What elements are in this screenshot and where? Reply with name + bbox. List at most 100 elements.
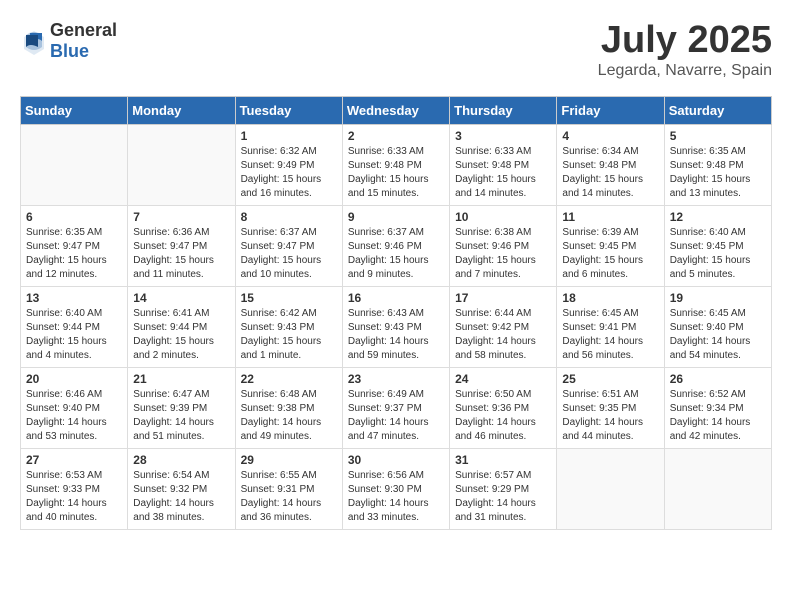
week-row-4: 20Sunrise: 6:46 AM Sunset: 9:40 PM Dayli…	[21, 367, 772, 448]
calendar-cell: 14Sunrise: 6:41 AM Sunset: 9:44 PM Dayli…	[128, 286, 235, 367]
day-info: Sunrise: 6:50 AM Sunset: 9:36 PM Dayligh…	[455, 388, 551, 444]
month-year-title: July 2025	[598, 20, 772, 62]
location-subtitle: Legarda, Navarre, Spain	[598, 62, 772, 80]
weekday-header-sunday: Sunday	[21, 96, 128, 124]
calendar-cell	[21, 124, 128, 205]
day-number: 7	[133, 210, 229, 224]
calendar-table: SundayMondayTuesdayWednesdayThursdayFrid…	[20, 96, 772, 530]
calendar-cell: 16Sunrise: 6:43 AM Sunset: 9:43 PM Dayli…	[342, 286, 449, 367]
weekday-header-saturday: Saturday	[664, 96, 771, 124]
weekday-header-thursday: Thursday	[450, 96, 557, 124]
calendar-cell	[557, 448, 664, 529]
day-info: Sunrise: 6:40 AM Sunset: 9:44 PM Dayligh…	[26, 307, 122, 363]
day-number: 22	[241, 372, 337, 386]
calendar-cell: 29 Sunrise: 6:55 AM Sunset: 9:31 PM Dayli…	[235, 448, 342, 529]
logo: General Blue	[20, 20, 117, 62]
day-number: 10	[455, 210, 551, 224]
day-number: 21	[133, 372, 229, 386]
calendar-cell: 30 Sunrise: 6:56 AM Sunset: 9:30 PM Dayli…	[342, 448, 449, 529]
calendar-cell	[128, 124, 235, 205]
day-info: Sunrise: 6:33 AM Sunset: 9:48 PM Dayligh…	[455, 145, 551, 201]
day-number: 15	[241, 291, 337, 305]
day-number: 12	[670, 210, 766, 224]
day-info: Sunrise: 6:39 AM Sunset: 9:45 PM Dayligh…	[562, 226, 658, 282]
calendar-cell: 21Sunrise: 6:47 AM Sunset: 9:39 PM Dayli…	[128, 367, 235, 448]
week-row-2: 6 Sunrise: 6:35 AM Sunset: 9:47 PM Daylig…	[21, 205, 772, 286]
day-info: Sunrise: 6:54 AM Sunset: 9:32 PM Dayligh…	[133, 469, 229, 525]
day-number: 30	[348, 453, 444, 467]
day-number: 4	[562, 129, 658, 143]
day-number: 27	[26, 453, 122, 467]
calendar-cell: 18 Sunrise: 6:45 AM Sunset: 9:41 PM Dayli…	[557, 286, 664, 367]
week-row-1: 1Sunrise: 6:32 AM Sunset: 9:49 PM Daylig…	[21, 124, 772, 205]
calendar-cell: 25 Sunrise: 6:51 AM Sunset: 9:35 PM Dayli…	[557, 367, 664, 448]
weekday-header-tuesday: Tuesday	[235, 96, 342, 124]
day-info: Sunrise: 6:35 AM Sunset: 9:47 PM Dayligh…	[26, 226, 122, 282]
day-number: 29	[241, 453, 337, 467]
day-number: 1	[241, 129, 337, 143]
calendar-cell: 24Sunrise: 6:50 AM Sunset: 9:36 PM Dayli…	[450, 367, 557, 448]
day-number: 5	[670, 129, 766, 143]
day-info: Sunrise: 6:46 AM Sunset: 9:40 PM Dayligh…	[26, 388, 122, 444]
day-info: Sunrise: 6:37 AM Sunset: 9:46 PM Dayligh…	[348, 226, 444, 282]
day-info: Sunrise: 6:55 AM Sunset: 9:31 PM Dayligh…	[241, 469, 337, 525]
day-info: Sunrise: 6:48 AM Sunset: 9:38 PM Dayligh…	[241, 388, 337, 444]
day-info: Sunrise: 6:34 AM Sunset: 9:48 PM Dayligh…	[562, 145, 658, 201]
day-number: 28	[133, 453, 229, 467]
calendar-cell: 26 Sunrise: 6:52 AM Sunset: 9:34 PM Dayli…	[664, 367, 771, 448]
day-number: 13	[26, 291, 122, 305]
calendar-cell: 7 Sunrise: 6:36 AM Sunset: 9:47 PM Daylig…	[128, 205, 235, 286]
weekday-header-wednesday: Wednesday	[342, 96, 449, 124]
calendar-cell: 3 Sunrise: 6:33 AM Sunset: 9:48 PM Daylig…	[450, 124, 557, 205]
calendar-cell: 9 Sunrise: 6:37 AM Sunset: 9:46 PM Daylig…	[342, 205, 449, 286]
day-info: Sunrise: 6:41 AM Sunset: 9:44 PM Dayligh…	[133, 307, 229, 363]
calendar-cell: 28 Sunrise: 6:54 AM Sunset: 9:32 PM Dayli…	[128, 448, 235, 529]
day-number: 17	[455, 291, 551, 305]
calendar-cell: 4 Sunrise: 6:34 AM Sunset: 9:48 PM Daylig…	[557, 124, 664, 205]
day-info: Sunrise: 6:45 AM Sunset: 9:40 PM Dayligh…	[670, 307, 766, 363]
calendar-cell: 31 Sunrise: 6:57 AM Sunset: 9:29 PM Dayli…	[450, 448, 557, 529]
calendar-cell: 17 Sunrise: 6:44 AM Sunset: 9:42 PM Dayli…	[450, 286, 557, 367]
page-header: General Blue July 2025 Legarda, Navarre,…	[20, 20, 772, 80]
day-number: 25	[562, 372, 658, 386]
day-info: Sunrise: 6:45 AM Sunset: 9:41 PM Dayligh…	[562, 307, 658, 363]
logo-general-text: General	[50, 20, 117, 40]
calendar-cell: 13 Sunrise: 6:40 AM Sunset: 9:44 PM Dayli…	[21, 286, 128, 367]
calendar-cell: 8 Sunrise: 6:37 AM Sunset: 9:47 PM Daylig…	[235, 205, 342, 286]
day-number: 19	[670, 291, 766, 305]
calendar-cell	[664, 448, 771, 529]
day-number: 16	[348, 291, 444, 305]
day-number: 11	[562, 210, 658, 224]
day-number: 2	[348, 129, 444, 143]
day-info: Sunrise: 6:42 AM Sunset: 9:43 PM Dayligh…	[241, 307, 337, 363]
weekday-header-friday: Friday	[557, 96, 664, 124]
calendar-cell: 10Sunrise: 6:38 AM Sunset: 9:46 PM Dayli…	[450, 205, 557, 286]
day-info: Sunrise: 6:49 AM Sunset: 9:37 PM Dayligh…	[348, 388, 444, 444]
calendar-cell: 12Sunrise: 6:40 AM Sunset: 9:45 PM Dayli…	[664, 205, 771, 286]
day-number: 3	[455, 129, 551, 143]
day-info: Sunrise: 6:33 AM Sunset: 9:48 PM Dayligh…	[348, 145, 444, 201]
calendar-cell: 20Sunrise: 6:46 AM Sunset: 9:40 PM Dayli…	[21, 367, 128, 448]
logo-blue-text: Blue	[50, 41, 89, 61]
weekday-header-row: SundayMondayTuesdayWednesdayThursdayFrid…	[21, 96, 772, 124]
day-number: 6	[26, 210, 122, 224]
day-number: 8	[241, 210, 337, 224]
day-number: 18	[562, 291, 658, 305]
day-info: Sunrise: 6:37 AM Sunset: 9:47 PM Dayligh…	[241, 226, 337, 282]
calendar-cell: 19 Sunrise: 6:45 AM Sunset: 9:40 PM Dayli…	[664, 286, 771, 367]
day-number: 26	[670, 372, 766, 386]
day-info: Sunrise: 6:57 AM Sunset: 9:29 PM Dayligh…	[455, 469, 551, 525]
day-info: Sunrise: 6:56 AM Sunset: 9:30 PM Dayligh…	[348, 469, 444, 525]
weekday-header-monday: Monday	[128, 96, 235, 124]
day-info: Sunrise: 6:36 AM Sunset: 9:47 PM Dayligh…	[133, 226, 229, 282]
day-info: Sunrise: 6:44 AM Sunset: 9:42 PM Dayligh…	[455, 307, 551, 363]
day-number: 9	[348, 210, 444, 224]
calendar-cell: 6 Sunrise: 6:35 AM Sunset: 9:47 PM Daylig…	[21, 205, 128, 286]
calendar-cell: 27Sunrise: 6:53 AM Sunset: 9:33 PM Dayli…	[21, 448, 128, 529]
day-info: Sunrise: 6:52 AM Sunset: 9:34 PM Dayligh…	[670, 388, 766, 444]
day-info: Sunrise: 6:51 AM Sunset: 9:35 PM Dayligh…	[562, 388, 658, 444]
title-block: July 2025 Legarda, Navarre, Spain	[598, 20, 772, 80]
day-number: 31	[455, 453, 551, 467]
calendar-cell: 11 Sunrise: 6:39 AM Sunset: 9:45 PM Dayli…	[557, 205, 664, 286]
calendar-cell: 5Sunrise: 6:35 AM Sunset: 9:48 PM Daylig…	[664, 124, 771, 205]
